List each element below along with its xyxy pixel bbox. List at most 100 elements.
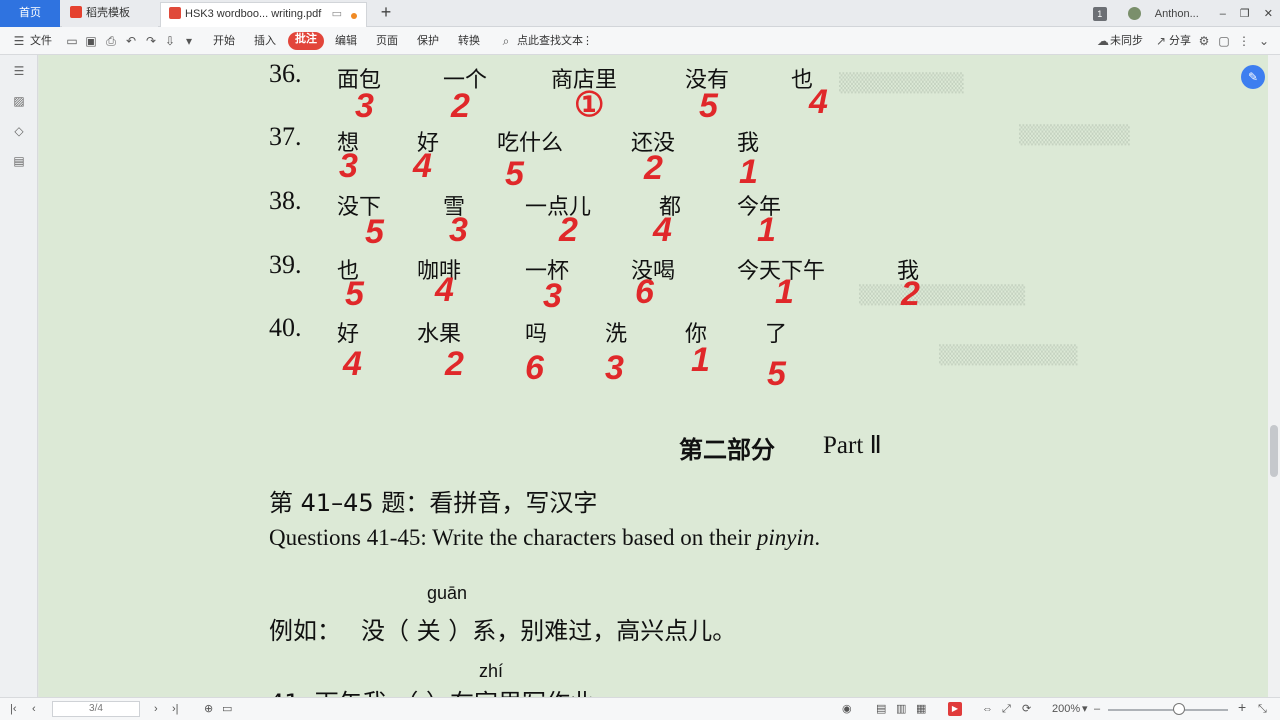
thumbnail-icon[interactable]: ▨ bbox=[12, 94, 26, 108]
handwritten-answer: 2 bbox=[451, 87, 470, 125]
instruction-en-italic: pinyin bbox=[756, 525, 815, 550]
print-icon[interactable]: ⎙ bbox=[104, 34, 118, 48]
menu-insert[interactable]: 插入 bbox=[254, 34, 276, 48]
play-icon[interactable]: ▶ bbox=[948, 702, 962, 716]
handwritten-answer: 3 bbox=[449, 211, 468, 249]
more-icon[interactable]: ⋮ bbox=[582, 34, 593, 48]
page-indicator[interactable]: 3/4 bbox=[52, 701, 140, 717]
bookmark-icon[interactable]: ◇ bbox=[12, 124, 26, 138]
handwritten-answer: 3 bbox=[605, 349, 624, 387]
save-icon[interactable]: ▣ bbox=[84, 34, 98, 48]
word-card: 吗 bbox=[525, 322, 548, 347]
undo-icon[interactable]: ↶ bbox=[124, 34, 138, 48]
document-viewer[interactable]: ▒▒▒▒▒▒▒▒▒ ▒▒▒▒▒▒▒▒ ▒▒▒▒▒▒▒▒▒▒▒▒ ▒▒▒▒▒▒▒▒… bbox=[39, 55, 1268, 697]
search-icon[interactable]: ⌕ bbox=[499, 34, 513, 48]
menu-edit[interactable]: 编辑 bbox=[335, 34, 357, 48]
last-page-icon[interactable]: ›| bbox=[172, 702, 179, 716]
page-view-icon[interactable]: ▭ bbox=[222, 702, 232, 716]
restore-button[interactable]: ❐ bbox=[1240, 7, 1250, 20]
annotation-list-icon[interactable]: ▤ bbox=[12, 154, 26, 168]
wps-logo-icon bbox=[70, 6, 82, 18]
menu-convert[interactable]: 转换 bbox=[458, 34, 480, 48]
outline-icon[interactable]: ☰ bbox=[12, 64, 26, 78]
user-name: Anthon... bbox=[1154, 8, 1199, 20]
settings-icon[interactable]: ⚙ bbox=[1197, 34, 1211, 48]
menu-protect[interactable]: 保护 bbox=[417, 34, 439, 48]
zoom-in-button[interactable]: + bbox=[1238, 700, 1246, 714]
handwritten-answer: 4 bbox=[653, 211, 672, 249]
export-icon[interactable]: ⇩ bbox=[163, 34, 177, 48]
menu-page[interactable]: 页面 bbox=[376, 34, 398, 48]
page-add-icon[interactable]: ⊕ bbox=[204, 702, 213, 716]
new-tab-button[interactable]: + bbox=[376, 3, 396, 23]
more-down-icon[interactable]: ▾ bbox=[182, 34, 196, 48]
close-button[interactable]: ✕ bbox=[1264, 7, 1273, 20]
tab-document[interactable]: HSK3 wordboo... writing.pdf ▭ bbox=[160, 2, 367, 27]
window-count-badge[interactable]: 1 bbox=[1092, 6, 1107, 21]
instruction-en-end: . bbox=[814, 525, 821, 550]
menu-start[interactable]: 开始 bbox=[213, 34, 235, 48]
double-page-icon[interactable]: ▦ bbox=[916, 702, 926, 716]
zoom-slider-track[interactable] bbox=[1108, 709, 1228, 711]
question-number: 37. bbox=[269, 122, 302, 151]
scrollbar-thumb[interactable] bbox=[1270, 425, 1278, 477]
bleed-through-decoration: ▒▒▒▒▒▒▒▒▒▒▒▒ bbox=[859, 285, 1026, 306]
comment-icon[interactable]: ▢ bbox=[1217, 34, 1231, 48]
tab-home[interactable]: 首页 bbox=[0, 0, 60, 27]
tab-template[interactable]: 稻壳模板 bbox=[62, 2, 158, 27]
handwritten-answer: 6 bbox=[635, 273, 654, 311]
pdf-page: ▒▒▒▒▒▒▒▒▒ ▒▒▒▒▒▒▒▒ ▒▒▒▒▒▒▒▒▒▒▒▒ ▒▒▒▒▒▒▒▒… bbox=[39, 55, 1268, 697]
menu-icon[interactable]: ☰ bbox=[12, 34, 26, 48]
handwritten-answer: 6 bbox=[525, 349, 544, 387]
share-icon[interactable]: ↗ bbox=[1154, 34, 1168, 48]
window-icon[interactable]: ▭ bbox=[332, 3, 342, 26]
first-page-icon[interactable]: |‹ bbox=[10, 702, 17, 716]
prev-page-icon[interactable]: ‹ bbox=[32, 702, 36, 716]
file-menu[interactable]: 文件 bbox=[30, 34, 52, 48]
handwritten-answer: 5 bbox=[505, 155, 524, 193]
word-card: 水果 bbox=[417, 322, 462, 347]
more-vertical-icon[interactable]: ⋮ bbox=[1237, 34, 1251, 48]
section-title-cn: 第二部分 bbox=[679, 436, 775, 464]
tab-template-label: 稻壳模板 bbox=[86, 7, 130, 19]
example-sentence: 没（ 关 ）系，别难过，高兴点儿。 bbox=[361, 617, 737, 645]
handwritten-answer: 2 bbox=[901, 275, 920, 313]
assistant-float-icon[interactable]: ✎ bbox=[1241, 65, 1265, 89]
tab-document-label: HSK3 wordboo... writing.pdf bbox=[185, 8, 322, 20]
chevron-down-icon[interactable]: ⌄ bbox=[1257, 34, 1271, 48]
search-input[interactable]: 点此查找文本 bbox=[517, 34, 583, 48]
handwritten-answer: 3 bbox=[543, 277, 562, 315]
zoom-level[interactable]: 200% bbox=[1052, 702, 1080, 716]
question-number: 38. bbox=[269, 186, 302, 215]
single-page-icon[interactable]: ▤ bbox=[876, 702, 886, 716]
handwritten-answer: 3 bbox=[355, 87, 374, 125]
sync-status[interactable]: 未同步 bbox=[1110, 34, 1143, 48]
cloud-sync-icon[interactable]: ☁ bbox=[1096, 34, 1110, 48]
next-page-icon[interactable]: › bbox=[154, 702, 158, 716]
instruction-cn: 第 41–45 题：看拼音，写汉字 bbox=[269, 489, 598, 517]
handwritten-answer: 1 bbox=[775, 273, 794, 311]
user-account[interactable]: Anthon... bbox=[1121, 7, 1206, 20]
menu-annotate[interactable]: 批注 bbox=[288, 32, 324, 50]
fit-width-icon[interactable]: ⇔ bbox=[982, 702, 993, 716]
handwritten-answer: 4 bbox=[809, 83, 828, 121]
handwritten-answer: 1 bbox=[691, 341, 710, 379]
rotate-icon[interactable]: ⟳ bbox=[1022, 702, 1031, 716]
bleed-through-decoration: ▒▒▒▒▒▒▒▒▒▒ bbox=[939, 345, 1078, 366]
redo-icon[interactable]: ↷ bbox=[144, 34, 158, 48]
zoom-dropdown-icon[interactable]: ▾ bbox=[1082, 702, 1088, 716]
zoom-out-button[interactable]: – bbox=[1094, 702, 1100, 716]
minimize-button[interactable]: – bbox=[1220, 8, 1226, 20]
handwritten-answer: 5 bbox=[699, 87, 718, 125]
eye-protect-icon[interactable]: ◉ bbox=[842, 702, 852, 716]
fullscreen-icon[interactable]: ⤡ bbox=[1258, 702, 1267, 716]
zoom-slider-handle[interactable] bbox=[1173, 703, 1185, 715]
fit-page-icon[interactable]: ⤢ bbox=[1002, 702, 1011, 716]
word-card: 了 bbox=[765, 322, 788, 347]
handwritten-answer: 4 bbox=[343, 345, 362, 383]
vertical-scrollbar[interactable] bbox=[1268, 55, 1280, 697]
continuous-page-icon[interactable]: ▥ bbox=[896, 702, 906, 716]
question-number: 36. bbox=[269, 59, 302, 88]
share-button[interactable]: 分享 bbox=[1169, 34, 1191, 48]
open-folder-icon[interactable]: ▭ bbox=[65, 34, 79, 48]
